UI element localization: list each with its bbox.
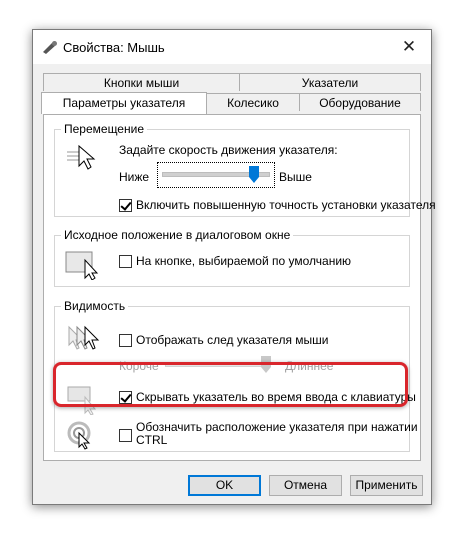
snap-to-default-label[interactable]: На кнопке, выбираемой по умолчанию [136,254,351,268]
pointer-trails-icon [68,325,100,350]
show-location-ctrl-line1: Обозначить расположение указателя при на… [136,420,418,434]
pointer-speed-icon [67,144,96,170]
apply-button[interactable]: Применить [350,475,423,496]
show-location-ctrl-line2: CTRL [136,433,168,447]
tab-wheel[interactable]: Колесико [206,93,300,111]
close-icon: ✕ [401,37,417,56]
show-location-ctrl-label[interactable]: Обозначить расположение указателя при на… [136,421,418,447]
movement-legend: Перемещение [61,122,147,136]
speed-slider[interactable] [157,162,275,188]
speed-fast-label: Выше [279,170,312,184]
tab-pointers[interactable]: Указатели [239,73,421,91]
mouse-settings-icon [43,41,57,54]
enhance-precision-checkbox[interactable] [119,199,132,212]
pointer-options-panel: Перемещение Задайте скорость движения ук… [43,114,436,461]
title-bar[interactable]: Свойства: Мышь ✕ [33,30,431,64]
tab-pointer-options[interactable]: Параметры указателя [41,92,207,114]
snap-to-default-checkbox[interactable] [119,255,132,268]
window-title: Свойства: Мышь [63,40,165,55]
pointer-trails-label[interactable]: Отображать след указателя мыши [136,333,329,347]
snap-to-button-icon [65,251,99,280]
enhance-precision-label[interactable]: Включить повышенную точность установки у… [136,198,436,212]
tab-hardware[interactable]: Оборудование [299,93,421,111]
speed-slow-label: Ниже [119,170,150,184]
tab-mouse-buttons[interactable]: Кнопки мыши [43,73,240,91]
show-location-ctrl-checkbox[interactable] [119,429,132,442]
speed-slider-thumb[interactable] [249,166,259,183]
mouse-properties-dialog: Свойства: Мышь ✕ Кнопки мыши Указатели П… [32,29,436,505]
visibility-legend: Видимость [61,299,129,313]
close-button[interactable]: ✕ [387,30,431,64]
locate-pointer-icon [67,421,91,450]
snap-to-legend: Исходное положение в диалоговом окне [61,228,294,242]
ok-button[interactable]: OK [188,475,261,496]
speed-label: Задайте скорость движения указателя: [119,143,338,157]
snap-to-group: Исходное положение в диалоговом окне На … [54,228,410,287]
movement-group: Перемещение Задайте скорость движения ук… [54,122,436,217]
annotation-highlight-frame [53,362,408,407]
pointer-trails-checkbox[interactable] [119,334,132,347]
cancel-button[interactable]: Отмена [269,475,342,496]
